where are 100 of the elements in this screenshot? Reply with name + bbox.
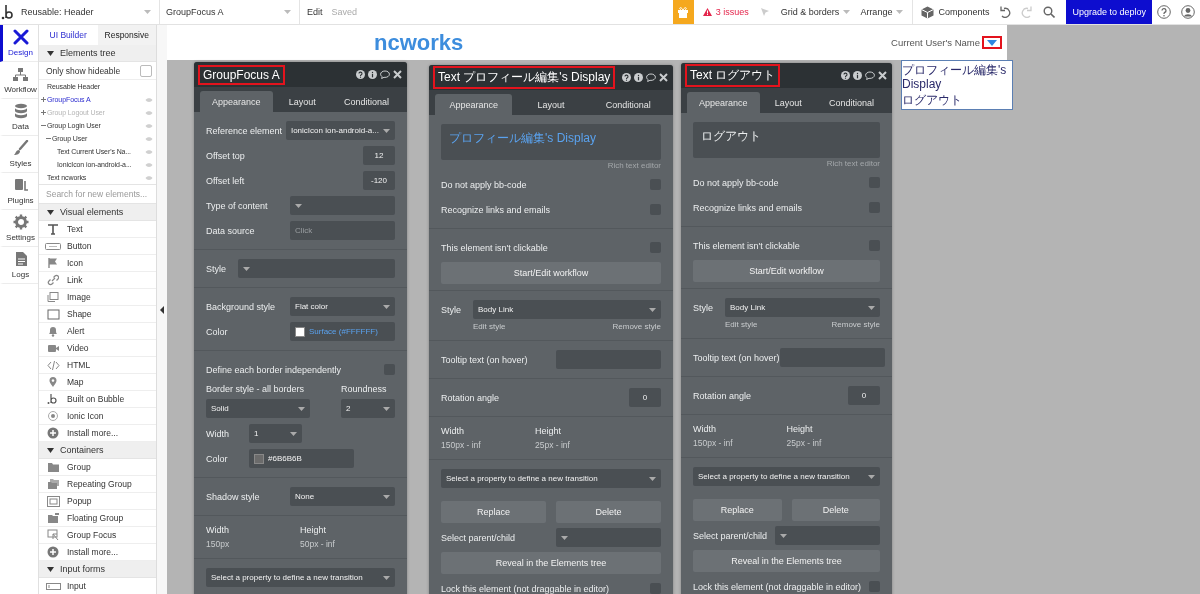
close-icon[interactable] — [659, 73, 668, 82]
menu-item[interactable]: プロフィール編集's Display — [902, 62, 1012, 92]
element-palette-item[interactable]: Image — [39, 289, 156, 306]
comment-icon[interactable] — [646, 73, 656, 82]
plus-icon[interactable] — [41, 97, 46, 102]
dropdown[interactable]: Solid — [206, 399, 310, 418]
minus-icon[interactable] — [41, 123, 46, 128]
element-palette-item[interactable]: Repeating Group — [39, 476, 156, 493]
close-icon[interactable] — [393, 70, 402, 79]
action-button[interactable]: Start/Edit workflow — [441, 262, 661, 284]
element-palette-item[interactable]: Floating Group — [39, 510, 156, 527]
element-palette-item[interactable]: Video — [39, 340, 156, 357]
element-palette-item[interactable]: Button — [39, 238, 156, 255]
comment-icon[interactable] — [380, 70, 390, 79]
dropdown[interactable] — [238, 259, 395, 278]
panel-tab[interactable]: Appearance — [200, 91, 273, 112]
rich-text-field[interactable]: ログアウト — [693, 122, 880, 158]
edit-link[interactable]: Edit — [302, 0, 328, 24]
remove-style-link[interactable]: Remove style — [831, 320, 880, 332]
search-field[interactable]: Search for new elements... — [39, 184, 156, 204]
dropdown[interactable]: Select a property to define a new transition — [693, 467, 880, 486]
components-button[interactable]: Components — [912, 0, 995, 24]
dropdown[interactable] — [775, 526, 880, 545]
dropdown[interactable]: 1 — [249, 424, 302, 443]
comment-icon[interactable] — [865, 71, 875, 80]
element-palette-item[interactable]: Alert — [39, 323, 156, 340]
gift-icon — [677, 6, 690, 18]
element-palette-item[interactable]: Icon — [39, 255, 156, 272]
nav-tab[interactable]: Design — [0, 25, 38, 62]
checkbox[interactable] — [140, 64, 152, 77]
element-palette-item[interactable]: Shape — [39, 306, 156, 323]
number-field[interactable]: -120 — [363, 171, 395, 190]
info-icon[interactable] — [853, 71, 862, 80]
sidebar-tab[interactable]: Responsive — [97, 25, 156, 45]
dropdown[interactable]: Body Link — [725, 298, 880, 317]
edit-style-link[interactable]: Edit style — [473, 322, 506, 334]
action-button[interactable]: Replace — [441, 501, 546, 523]
dropdown[interactable]: Select a property to define a new transition — [206, 568, 395, 587]
gift-button[interactable] — [672, 0, 694, 24]
panel-tab[interactable]: Layout — [272, 91, 332, 112]
pointer-icon[interactable] — [759, 7, 770, 17]
number-field[interactable]: 0 — [848, 386, 880, 405]
element-palette-item[interactable]: Input — [39, 578, 156, 594]
element-palette-item[interactable]: Link — [39, 272, 156, 289]
arrange-menu[interactable]: Arrange — [855, 0, 909, 24]
element-palette-item[interactable]: Ionic Icon — [39, 408, 156, 425]
element-palette-item[interactable]: Popup — [39, 493, 156, 510]
menu-item[interactable]: ログアウト — [902, 92, 1012, 108]
minus-icon[interactable] — [46, 136, 51, 141]
action-button[interactable]: Delete — [791, 499, 880, 521]
field-label: Rotation angle — [441, 392, 500, 403]
grid-menu[interactable]: Grid & borders — [775, 0, 856, 24]
dropdown[interactable]: Body Link — [473, 300, 661, 319]
dropdown[interactable]: Select a property to define a new transition — [441, 469, 661, 488]
number-field[interactable]: 12 — [363, 146, 395, 165]
color-field[interactable]: #6B6B6B — [249, 449, 354, 468]
info-icon[interactable] — [634, 73, 643, 82]
upgrade-button[interactable]: Upgrade to deploy — [1066, 0, 1152, 24]
panel-tab[interactable]: Conditional — [331, 91, 401, 112]
action-button[interactable]: Replace — [693, 499, 782, 521]
element-palette-item[interactable]: HTML — [39, 357, 156, 374]
action-button[interactable]: Reveal in the Elements tree — [441, 552, 661, 574]
dropdown[interactable] — [290, 196, 395, 215]
panel-tab[interactable]: Appearance — [687, 92, 760, 113]
remove-style-link[interactable]: Remove style — [612, 322, 661, 334]
element-palette-item[interactable]: Map — [39, 374, 156, 391]
action-button[interactable]: Start/Edit workflow — [693, 260, 880, 282]
element-palette-item[interactable]: Text — [39, 221, 156, 238]
dropdown[interactable] — [556, 528, 661, 547]
field-label: Lock this element (not draggable in editor) — [693, 581, 862, 592]
help-icon[interactable] — [841, 71, 850, 80]
dropdown[interactable]: None — [290, 487, 395, 506]
plus-icon[interactable] — [41, 110, 46, 115]
help-icon[interactable] — [622, 73, 631, 82]
panel-tab[interactable]: Conditional — [589, 94, 667, 115]
caret-icon — [383, 406, 390, 411]
info-icon[interactable] — [368, 70, 377, 79]
number-field[interactable]: 0 — [629, 388, 661, 407]
panel-tab[interactable]: Layout — [512, 94, 590, 115]
panel-tab[interactable]: Layout — [759, 92, 817, 113]
field-label: Offset left — [206, 175, 245, 186]
element-palette-item[interactable]: Group — [39, 459, 156, 476]
close-icon[interactable] — [878, 71, 887, 80]
size-value: 25px - inf — [786, 438, 823, 448]
element-palette-item[interactable]: Built on Bubble — [39, 391, 156, 408]
panel-tab[interactable]: Conditional — [816, 92, 886, 113]
field-label: Recognize links and emails — [441, 204, 551, 215]
edit-style-link[interactable]: Edit style — [725, 320, 758, 332]
panel-tab[interactable]: Appearance — [435, 94, 513, 115]
dropdown[interactable]: 2 — [341, 399, 395, 418]
issues-button[interactable]: 3 issues — [697, 0, 754, 24]
help-icon[interactable] — [356, 70, 365, 79]
dropdown[interactable]: Flat color — [290, 297, 395, 316]
action-button[interactable]: Reveal in the Elements tree — [693, 550, 880, 572]
logo-icon[interactable] — [0, 3, 15, 21]
collapse-icon[interactable] — [160, 305, 164, 314]
element-palette-item[interactable]: Group Focus — [39, 527, 156, 544]
dropdown[interactable]: IonicIcon ion-android-a... — [285, 121, 395, 140]
action-button[interactable]: Delete — [556, 501, 661, 523]
dropdown-button[interactable] — [982, 36, 1002, 49]
